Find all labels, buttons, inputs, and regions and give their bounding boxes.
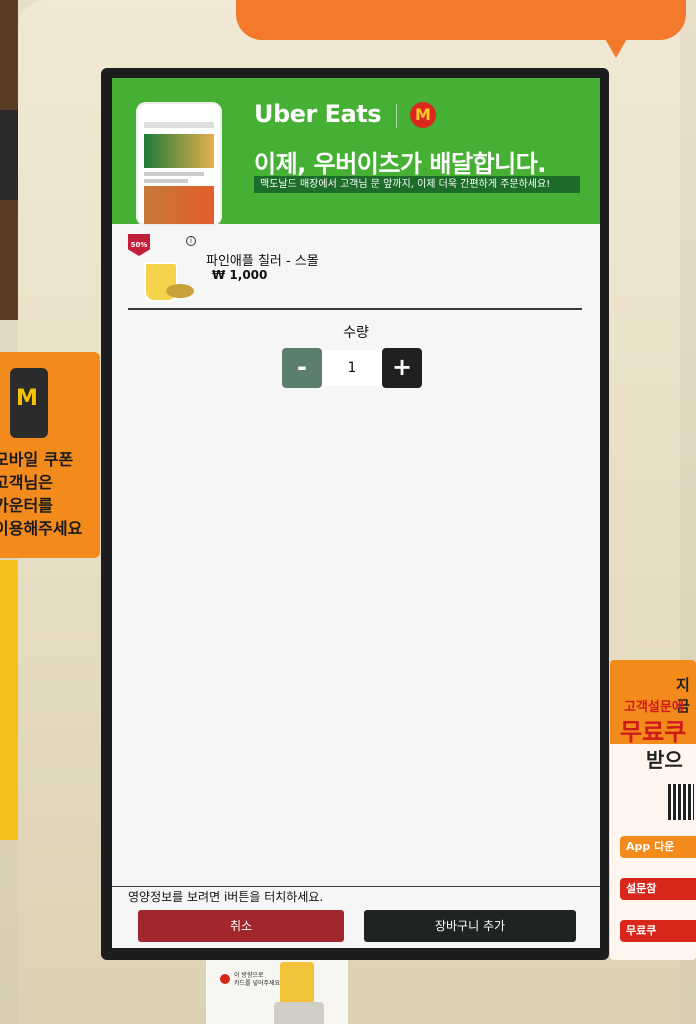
poster-step-coupon: 무료쿠 xyxy=(620,920,696,942)
poster-line3: 무료쿠 xyxy=(620,718,687,746)
poster-line4: 받으 xyxy=(646,748,683,772)
card-icon xyxy=(280,962,314,1004)
item-price: ₩ 1,000 xyxy=(212,268,268,282)
phone-mockup-image xyxy=(136,102,222,226)
step-number-icon xyxy=(220,974,230,984)
card-slot-caption: 이 방향으로 카드를 넣어주세요 xyxy=(234,972,281,987)
banner-headline: 이제, 우버이츠가 배달합니다. xyxy=(254,150,546,178)
yellow-sign xyxy=(0,560,20,840)
discount-badge: 50% xyxy=(128,234,150,256)
poster-step-app: App 다운 xyxy=(620,836,696,858)
quantity-stepper: - 1 + xyxy=(282,348,422,388)
item-name: 파인애플 칠러 - 스몰 xyxy=(206,254,319,269)
product-image xyxy=(134,258,194,302)
card-reader[interactable] xyxy=(274,1002,324,1024)
logo-divider xyxy=(396,104,397,128)
mcdonalds-logo-icon: M xyxy=(410,102,436,128)
dark-sign xyxy=(0,110,20,200)
banner-subline: 맥도날드 매장에서 고객님 문 앞까지, 이제 더욱 간편하게 주문하세요! xyxy=(254,176,580,193)
qr-code-icon xyxy=(668,784,694,820)
info-icon[interactable]: i xyxy=(186,236,196,246)
selected-item: 50% i 파인애플 칠러 - 스몰 ₩ 1,000 xyxy=(126,234,584,308)
cancel-button[interactable]: 취소 xyxy=(138,910,344,942)
survey-poster: 지금 고객설문에 무료쿠 받으 App 다운 설문참 무료쿠 xyxy=(610,660,696,960)
mobile-coupon-sticker: M 모바일 쿠폰 고객님은 카운터를 이용해주세요 xyxy=(0,352,100,558)
card-reader-area: 이 방향으로 카드를 넣어주세요 xyxy=(206,956,348,1024)
add-to-cart-button[interactable]: 장바구니 추가 xyxy=(364,910,576,942)
divider xyxy=(128,308,582,310)
quantity-label: 수량 xyxy=(343,325,369,341)
uber-eats-logo: Uber Eats xyxy=(254,100,381,128)
footer-divider xyxy=(112,886,600,887)
phone-icon: M xyxy=(10,368,48,438)
mcdonalds-logo-icon: M xyxy=(16,386,38,411)
kiosk-screen: Uber Eats M 이제, 우버이츠가 배달합니다. 맥도날드 매장에서 고… xyxy=(112,78,600,948)
quantity-minus-button[interactable]: - xyxy=(282,348,322,388)
poster-step-survey: 설문참 xyxy=(620,878,696,900)
sticker-text: 모바일 쿠폰 고객님은 카운터를 이용해주세요 xyxy=(0,450,83,538)
bubble-tail xyxy=(600,30,632,58)
uber-eats-banner[interactable]: Uber Eats M 이제, 우버이츠가 배달합니다. 맥도날드 매장에서 고… xyxy=(112,78,600,226)
nutrition-hint: 영양정보를 보려면 i버튼을 터치하세요. xyxy=(128,890,324,904)
quantity-plus-button[interactable]: + xyxy=(382,348,422,388)
quantity-value: 1 xyxy=(322,350,382,386)
